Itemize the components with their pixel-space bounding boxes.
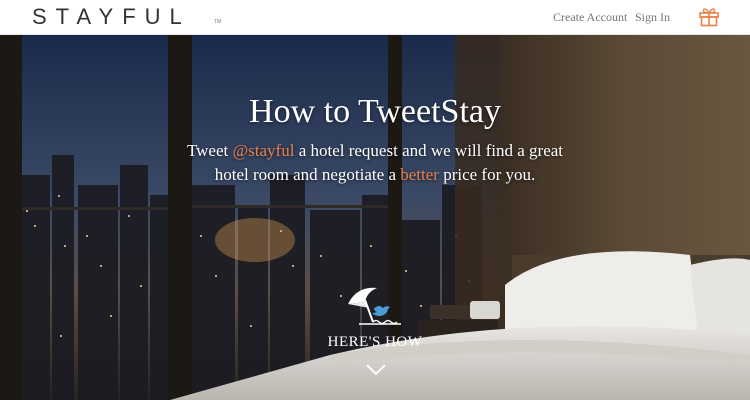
- highlight-better: better: [400, 165, 439, 184]
- create-account-link[interactable]: Create Account: [553, 10, 627, 25]
- hero-title: How to TweetStay: [249, 93, 501, 130]
- trademark-mark: TM: [214, 19, 222, 25]
- heres-how-button[interactable]: HERE'S HOW: [0, 334, 750, 351]
- hero-section: How to TweetStay Tweet @stayful a hotel …: [0, 35, 750, 400]
- sign-in-link[interactable]: Sign In: [635, 10, 670, 25]
- chevron-down-icon[interactable]: [365, 363, 387, 377]
- gift-icon[interactable]: [698, 5, 720, 27]
- twitter-handle-link[interactable]: @stayful: [233, 141, 295, 160]
- top-header: STAYFUL TM Create Account Sign In: [0, 0, 750, 35]
- beach-umbrella-twitter-icon: [348, 287, 401, 325]
- stayful-logo[interactable]: STAYFUL: [32, 4, 191, 30]
- hero-text-part: Tweet: [186, 141, 233, 160]
- hero-text-part: price for you.: [438, 165, 536, 184]
- hero-description: Tweet @stayful a hotel request and we wi…: [180, 139, 570, 187]
